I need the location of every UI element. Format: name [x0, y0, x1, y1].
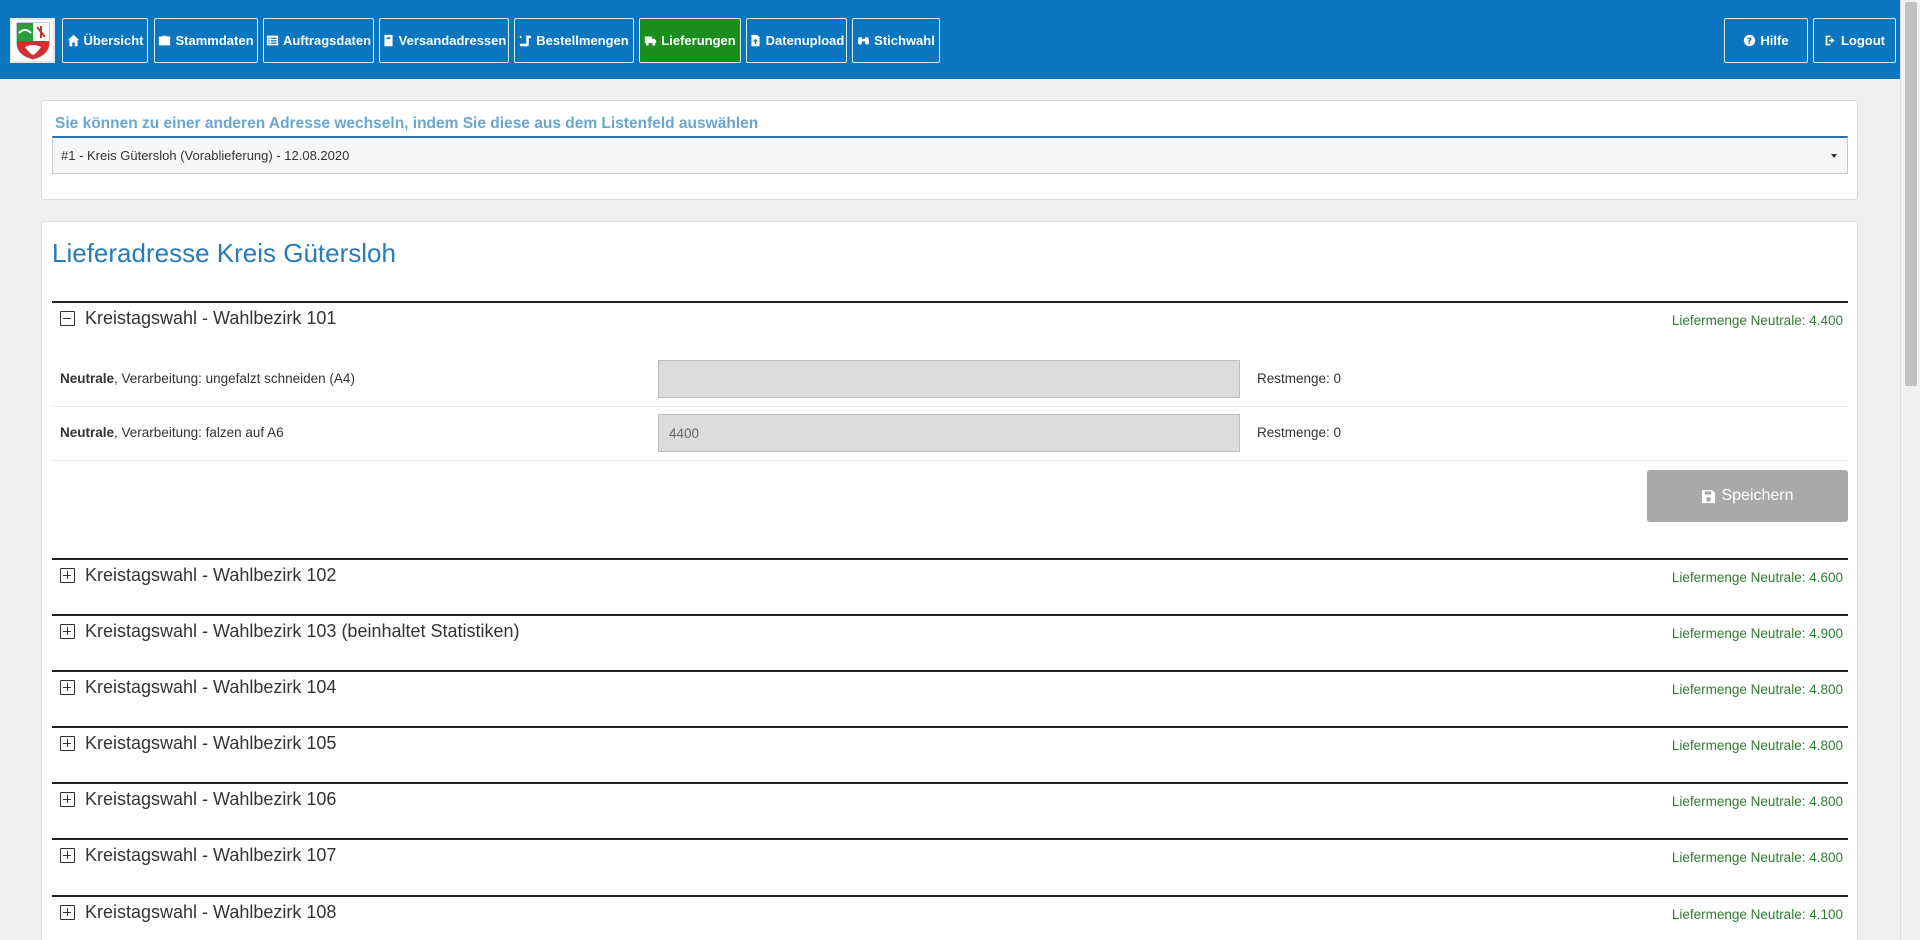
district-quantity: Liefermenge Neutrale: 4.800	[1671, 682, 1843, 697]
briefcase-icon	[158, 34, 171, 47]
address-switch-label: Sie können zu einer anderen Adresse wech…	[55, 115, 759, 132]
district-name: Kreistagswahl - Wahlbezirk 108	[85, 902, 337, 922]
nav-stichwahl[interactable]: Stichwahl	[852, 18, 940, 63]
delivery-address-panel: Lieferadresse Kreis Gütersloh Kreistagsw…	[41, 221, 1858, 940]
home-icon	[67, 34, 80, 47]
collapse-minus-icon[interactable]	[60, 311, 75, 326]
expand-plus-icon[interactable]	[60, 624, 75, 639]
svg-text:?: ?	[1747, 37, 1752, 47]
list-icon	[266, 34, 279, 47]
district-header-collapsed[interactable]: Kreistagswahl - Wahlbezirk 105 Liefermen…	[52, 726, 1848, 782]
district-name: Kreistagswahl - Wahlbezirk 103 (beinhalt…	[85, 621, 520, 641]
district-header-expanded[interactable]: Kreistagswahl - Wahlbezirk 101 Liefermen…	[52, 301, 1848, 353]
district-header-collapsed[interactable]: Kreistagswahl - Wahlbezirk 106 Liefermen…	[52, 782, 1848, 838]
address-select[interactable]: #1 - Kreis Gütersloh (Vorablieferung) - …	[52, 136, 1848, 174]
page-scrollbar[interactable]	[1900, 0, 1920, 940]
address-switch-panel: Sie können zu einer anderen Adresse wech…	[41, 100, 1858, 200]
district-quantity: Liefermenge Neutrale: 4.100	[1671, 907, 1843, 922]
district-header-collapsed[interactable]: Kreistagswahl - Wahlbezirk 107 Liefermen…	[52, 838, 1848, 895]
district-quantity: Liefermenge Neutrale: 4.800	[1671, 738, 1843, 753]
nav-bestellmengen[interactable]: Bestellmengen	[514, 18, 634, 63]
district-name: Kreistagswahl - Wahlbezirk 106	[85, 789, 337, 809]
district-header-collapsed[interactable]: Kreistagswahl - Wahlbezirk 103 (beinhalt…	[52, 614, 1848, 670]
coat-of-arms-icon	[16, 22, 49, 60]
nav-uebersicht[interactable]: Übersicht	[62, 18, 148, 63]
state-coat-of-arms-logo[interactable]	[10, 18, 55, 63]
expand-plus-icon[interactable]	[60, 792, 75, 807]
line-description: Neutrale, Verarbeitung: falzen auf A6	[60, 425, 284, 440]
line-description: Neutrale, Verarbeitung: ungefalzt schnei…	[60, 371, 355, 386]
district-quantity: Liefermenge Neutrale: 4.900	[1671, 626, 1843, 641]
address-select-value: #1 - Kreis Gütersloh (Vorablieferung) - …	[61, 148, 350, 163]
district-quantity: Liefermenge Neutrale: 4.800	[1671, 794, 1843, 809]
expand-plus-icon[interactable]	[60, 680, 75, 695]
file-upload-icon	[749, 34, 762, 47]
delivery-line: Neutrale, Verarbeitung: falzen auf A6 44…	[52, 407, 1848, 461]
nav-versandadressen[interactable]: Versandadressen	[379, 18, 509, 63]
floppy-disk-icon	[1702, 489, 1716, 503]
page-title: Lieferadresse Kreis Gütersloh	[52, 238, 396, 268]
remaining-quantity: Restmenge: 0	[1257, 425, 1342, 440]
nav-stammdaten[interactable]: Stammdaten	[154, 18, 258, 63]
district-name: Kreistagswahl - Wahlbezirk 104	[85, 677, 337, 697]
help-button[interactable]: ? Hilfe	[1724, 18, 1808, 63]
scrollbar-thumb[interactable]	[1905, 2, 1917, 386]
truck-icon	[644, 34, 657, 47]
scroll-icon	[519, 34, 532, 47]
district-name: Kreistagswahl - Wahlbezirk 107	[85, 845, 337, 865]
nav-datenupload[interactable]: Datenupload	[746, 18, 847, 63]
question-circle-icon: ?	[1743, 34, 1756, 47]
quantity-input[interactable]: 4400	[658, 414, 1240, 452]
district-header-collapsed[interactable]: Kreistagswahl - Wahlbezirk 104 Liefermen…	[52, 670, 1848, 726]
expand-plus-icon[interactable]	[60, 736, 75, 751]
remaining-quantity: Restmenge: 0	[1257, 371, 1342, 386]
district-header-collapsed[interactable]: Kreistagswahl - Wahlbezirk 108 Liefermen…	[52, 895, 1848, 935]
district-name: Kreistagswahl - Wahlbezirk 101	[85, 308, 337, 328]
quantity-input[interactable]	[658, 360, 1240, 398]
nav-auftragsdaten[interactable]: Auftragsdaten	[263, 18, 374, 63]
district-quantity: Liefermenge Neutrale: 4.600	[1671, 570, 1843, 585]
logout-button[interactable]: Logout	[1813, 18, 1896, 63]
district-quantity: Liefermenge Neutrale: 4.800	[1671, 850, 1843, 865]
expand-plus-icon[interactable]	[60, 848, 75, 863]
address-card-icon	[382, 34, 395, 47]
district-header-collapsed[interactable]: Kreistagswahl - Wahlbezirk 102 Liefermen…	[52, 558, 1848, 614]
caret-down-icon	[1831, 154, 1837, 158]
sign-out-icon	[1824, 34, 1837, 47]
save-button[interactable]: Speichern	[1647, 470, 1848, 522]
district-quantity: Liefermenge Neutrale: 4.400	[1671, 313, 1843, 328]
binoculars-icon	[857, 34, 870, 47]
district-name: Kreistagswahl - Wahlbezirk 102	[85, 565, 337, 585]
expand-plus-icon[interactable]	[60, 568, 75, 583]
nav-lieferungen[interactable]: Lieferungen	[639, 18, 741, 63]
expand-plus-icon[interactable]	[60, 905, 75, 920]
delivery-line: Neutrale, Verarbeitung: ungefalzt schnei…	[52, 353, 1848, 407]
top-navbar: Übersicht Stammdaten Auftragsdaten Versa…	[0, 0, 1900, 79]
district-name: Kreistagswahl - Wahlbezirk 105	[85, 733, 337, 753]
